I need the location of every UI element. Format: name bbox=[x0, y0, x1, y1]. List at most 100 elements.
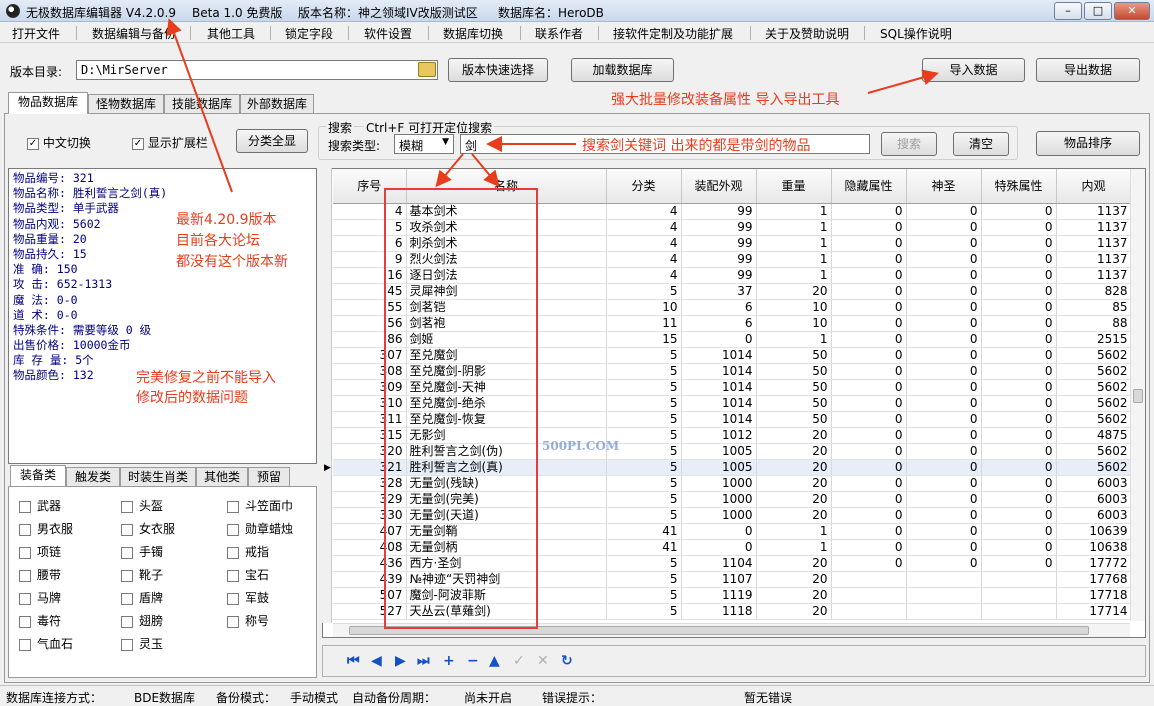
table-cell[interactable]: 436 bbox=[333, 555, 407, 572]
table-row[interactable]: 330 无量剑(天道) 5 1000 20 0 0 0 6003 bbox=[333, 507, 1132, 524]
table-cell[interactable]: 6003 bbox=[1056, 507, 1132, 524]
table-cell[interactable]: 10 bbox=[756, 299, 832, 316]
table-cell[interactable]: 1 bbox=[756, 251, 832, 268]
table-cell[interactable]: 20 bbox=[756, 571, 832, 588]
table-cell[interactable]: 310 bbox=[333, 395, 407, 412]
category-checkbox[interactable]: 翅膀 bbox=[121, 612, 163, 629]
table-cell[interactable]: 11 bbox=[606, 315, 682, 332]
table-cell[interactable]: 5602 bbox=[1056, 395, 1132, 412]
menu-data-edit[interactable]: 数据编辑与备份 bbox=[92, 25, 176, 42]
table-cell[interactable]: 0 bbox=[906, 219, 982, 236]
table-cell[interactable]: 4 bbox=[606, 203, 682, 220]
table-cell[interactable]: 0 bbox=[981, 347, 1057, 364]
tab-monster-db[interactable]: 怪物数据库 bbox=[88, 94, 164, 113]
table-cell[interactable]: 0 bbox=[831, 411, 907, 428]
show-ext-checkbox[interactable]: ✓ bbox=[132, 137, 144, 150]
category-checkbox[interactable]: 灵玉 bbox=[121, 635, 163, 652]
table-cell[interactable]: 0 bbox=[981, 219, 1057, 236]
table-cell[interactable]: 5602 bbox=[1056, 459, 1132, 476]
table-cell[interactable]: 5 bbox=[606, 475, 682, 492]
table-cell[interactable]: 基本剑术 bbox=[406, 203, 607, 220]
column-header[interactable]: 序号 bbox=[333, 169, 407, 204]
table-cell[interactable]: 0 bbox=[906, 379, 982, 396]
table-cell[interactable]: 魔剑-阿波菲斯 bbox=[406, 587, 607, 604]
table-cell[interactable]: 20 bbox=[756, 443, 832, 460]
table-cell[interactable]: 0 bbox=[906, 459, 982, 476]
table-cell[interactable]: 0 bbox=[681, 523, 757, 540]
table-cell[interactable]: 剑姬 bbox=[406, 331, 607, 348]
table-cell[interactable]: 5 bbox=[606, 283, 682, 300]
table-cell[interactable]: 0 bbox=[906, 299, 982, 316]
maximize-button[interactable]: □ bbox=[1084, 2, 1112, 20]
menu-other-tools[interactable]: 其他工具 bbox=[207, 25, 255, 42]
quick-select-button[interactable]: 版本快速选择 bbox=[448, 58, 548, 82]
tab-skill-db[interactable]: 技能数据库 bbox=[164, 94, 240, 113]
table-cell[interactable]: 41 bbox=[606, 539, 682, 556]
table-cell[interactable]: 0 bbox=[906, 443, 982, 460]
category-checkbox[interactable]: 手镯 bbox=[121, 543, 163, 560]
table-cell[interactable]: 0 bbox=[831, 315, 907, 332]
category-checkbox[interactable]: 男衣服 bbox=[19, 520, 73, 537]
column-header[interactable]: 神圣 bbox=[906, 169, 982, 204]
table-cell[interactable]: 6 bbox=[681, 299, 757, 316]
table-cell[interactable]: 0 bbox=[831, 203, 907, 220]
menu-custom[interactable]: 接软件定制及功能扩展 bbox=[613, 25, 733, 42]
export-button[interactable]: 导出数据 bbox=[1036, 58, 1140, 82]
table-cell[interactable]: 1118 bbox=[681, 603, 757, 620]
table-cell[interactable]: 0 bbox=[906, 507, 982, 524]
table-cell[interactable]: 5 bbox=[606, 603, 682, 620]
table-cell[interactable]: 0 bbox=[981, 267, 1057, 284]
category-checkbox[interactable]: 戒指 bbox=[227, 543, 269, 560]
table-row[interactable]: 320 胜利誓言之剑(伪) 5 1005 20 0 0 0 5602 bbox=[333, 443, 1132, 460]
edit-icon[interactable]: ▲ bbox=[489, 653, 500, 669]
table-cell[interactable]: 320 bbox=[333, 443, 407, 460]
table-row[interactable]: 439 №神迹“天罚神剑 5 1107 20 17768 bbox=[333, 571, 1132, 588]
table-cell[interactable]: 4 bbox=[606, 251, 682, 268]
table-cell[interactable]: 1 bbox=[756, 203, 832, 220]
category-checkbox[interactable]: 女衣服 bbox=[121, 520, 175, 537]
item-grid[interactable]: 序号 名称 分类 装配外观 重量 隐藏属性 神圣 特殊属性 内观 4 基本剑术 4 99 1 0 0 0 113… bbox=[322, 168, 1146, 638]
table-cell[interactable]: 4 bbox=[606, 267, 682, 284]
sort-button[interactable]: 物品排序 bbox=[1036, 131, 1140, 156]
category-checkbox[interactable]: 头盔 bbox=[121, 497, 163, 514]
horizontal-scrollbar[interactable] bbox=[333, 623, 1130, 637]
table-row[interactable]: 407 无量剑鞘 41 0 1 0 0 0 10639 bbox=[333, 523, 1132, 540]
table-cell[interactable]: 321 bbox=[333, 459, 407, 476]
table-cell[interactable]: 41 bbox=[606, 523, 682, 540]
table-cell[interactable]: 刺杀剑术 bbox=[406, 235, 607, 252]
table-cell[interactable]: 4 bbox=[333, 203, 407, 220]
table-cell[interactable]: 0 bbox=[981, 427, 1057, 444]
table-cell[interactable]: 5 bbox=[606, 491, 682, 508]
table-cell[interactable]: 0 bbox=[831, 267, 907, 284]
table-cell[interactable]: 1014 bbox=[681, 395, 757, 412]
table-row[interactable]: 16 逐日剑法 4 99 1 0 0 0 1137 bbox=[333, 267, 1132, 284]
table-cell[interactable]: 10638 bbox=[1056, 539, 1132, 556]
category-checkbox[interactable]: 腰带 bbox=[19, 566, 61, 583]
table-cell[interactable]: 0 bbox=[831, 283, 907, 300]
table-cell[interactable]: 20 bbox=[756, 475, 832, 492]
table-cell[interactable]: 0 bbox=[981, 443, 1057, 460]
folder-icon[interactable] bbox=[418, 62, 436, 77]
table-row[interactable]: 9 烈火剑法 4 99 1 0 0 0 1137 bbox=[333, 251, 1132, 268]
category-checkbox[interactable]: 斗笠面巾 bbox=[227, 497, 293, 514]
menu-about[interactable]: 关于及赞助说明 bbox=[765, 25, 849, 42]
table-cell[interactable]: 0 bbox=[831, 507, 907, 524]
table-cell[interactable]: 5602 bbox=[1056, 363, 1132, 380]
dir-input[interactable]: D:\MirServer bbox=[76, 60, 438, 80]
table-cell[interactable]: 20 bbox=[756, 507, 832, 524]
show-ext-toggle[interactable]: ✓ 显示扩展栏 bbox=[132, 134, 208, 151]
table-cell[interactable]: 88 bbox=[1056, 315, 1132, 332]
table-cell[interactable]: 1014 bbox=[681, 363, 757, 380]
category-checkbox[interactable]: 盾牌 bbox=[121, 589, 163, 606]
table-cell[interactable]: 0 bbox=[906, 251, 982, 268]
table-cell[interactable]: 311 bbox=[333, 411, 407, 428]
table-cell[interactable]: 5 bbox=[606, 379, 682, 396]
category-checkbox[interactable]: 马牌 bbox=[19, 589, 61, 606]
table-cell[interactable]: 99 bbox=[681, 203, 757, 220]
tab-item-db[interactable]: 物品数据库 bbox=[8, 92, 88, 114]
table-cell[interactable]: 308 bbox=[333, 363, 407, 380]
category-checkbox[interactable]: 气血石 bbox=[19, 635, 73, 652]
table-cell[interactable]: 315 bbox=[333, 427, 407, 444]
table-cell[interactable]: 50 bbox=[756, 363, 832, 380]
table-cell[interactable]: 527 bbox=[333, 603, 407, 620]
